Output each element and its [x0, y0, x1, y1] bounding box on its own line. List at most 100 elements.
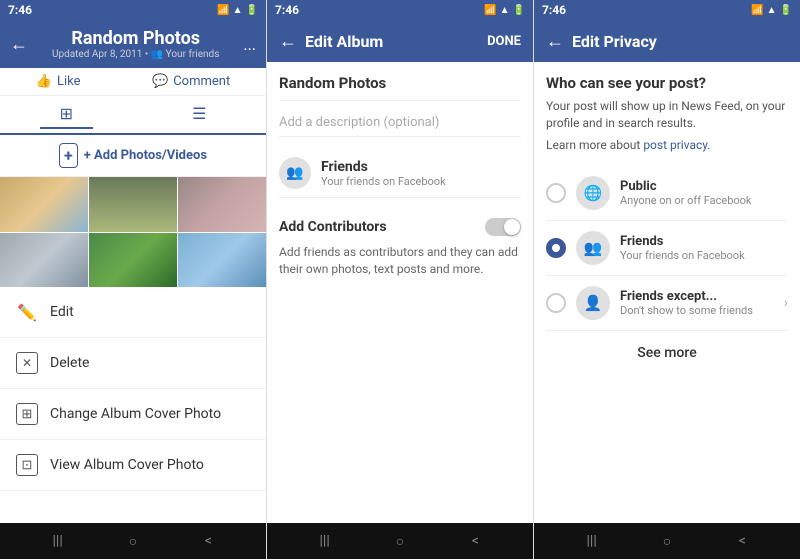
photo-cell-1[interactable]: [0, 177, 88, 232]
radio-public[interactable]: [546, 183, 566, 203]
more-button[interactable]: ...: [243, 35, 256, 54]
tab-grid[interactable]: ⊞: [40, 100, 93, 129]
signal-icon: 📶: [217, 5, 229, 16]
nav-menu-1[interactable]: |||: [46, 533, 70, 549]
add-photos-icon: +: [59, 143, 78, 168]
contributors-description: Add friends as contributors and they can…: [279, 244, 521, 278]
status-time-2: 7:46: [275, 3, 299, 17]
status-bar-2: 7:46 📶 ▲ 🔋: [267, 0, 533, 20]
like-icon: 👍: [36, 74, 52, 89]
see-more-button[interactable]: See more: [546, 331, 788, 375]
friends-except-label: Friends except...: [620, 289, 753, 304]
photo-cell-2[interactable]: [89, 177, 177, 232]
radio-friends[interactable]: [546, 238, 566, 258]
toggle-thumb: [504, 219, 520, 235]
learn-more[interactable]: Learn more about post privacy.: [546, 138, 788, 152]
status-time-3: 7:46: [542, 3, 566, 17]
nav-home-2[interactable]: ○: [388, 533, 412, 550]
menu-view-cover-label: View Album Cover Photo: [50, 457, 204, 473]
edit-album-title: Edit Album: [305, 32, 383, 51]
public-label: Public: [620, 179, 752, 194]
back-button-3[interactable]: ←: [546, 31, 564, 52]
status-time-1: 7:46: [8, 3, 32, 17]
audience-icon: 👥: [279, 157, 311, 189]
panel-random-photos: 7:46 📶 ▲ 🔋 ← Random Photos Updated Apr 8…: [0, 0, 267, 559]
friends-except-icon: 👤: [576, 286, 610, 320]
option-friends[interactable]: 👥 Friends Your friends on Facebook: [546, 221, 788, 276]
privacy-content: Who can see your post? Your post will sh…: [534, 62, 800, 523]
panel-edit-album: 7:46 📶 ▲ 🔋 ← Edit Album DONE Random Phot…: [267, 0, 534, 559]
comment-button[interactable]: 💬 Comment: [152, 74, 230, 89]
album-menu: ✏️ Edit ✕ Delete ⊞ Change Album Cover Ph…: [0, 287, 266, 523]
view-cover-icon: ⊡: [16, 454, 38, 476]
friends-sublabel: Your friends on Facebook: [620, 249, 745, 262]
nav-back-2[interactable]: <: [463, 533, 487, 549]
friends-except-arrow: ›: [784, 295, 788, 311]
contributors-header: Add Contributors: [279, 218, 521, 236]
signal-icon-3: 📶: [751, 5, 763, 16]
photo-cell-5[interactable]: [89, 233, 177, 288]
menu-item-change-cover[interactable]: ⊞ Change Album Cover Photo: [0, 389, 266, 440]
public-text: Public Anyone on or off Facebook: [620, 179, 752, 207]
menu-item-delete[interactable]: ✕ Delete: [0, 338, 266, 389]
menu-item-edit[interactable]: ✏️ Edit: [0, 287, 266, 338]
done-button[interactable]: DONE: [487, 34, 521, 49]
nav-bar-1: ||| ○ <: [0, 523, 266, 559]
friends-text: Friends Your friends on Facebook: [620, 234, 745, 262]
public-sublabel: Anyone on or off Facebook: [620, 194, 752, 207]
view-tabs: ⊞ ☰: [0, 96, 266, 135]
wifi-icon-3: ▲: [767, 5, 777, 16]
friends-except-sublabel: Don't show to some friends: [620, 304, 753, 317]
privacy-description: Your post will show up in News Feed, on …: [546, 98, 788, 132]
post-privacy-link[interactable]: post privacy: [643, 138, 707, 152]
battery-icon-3: 🔋: [780, 5, 792, 16]
radio-friends-except[interactable]: [546, 293, 566, 313]
audience-label: Friends: [321, 159, 446, 175]
photo-cell-3[interactable]: [178, 177, 266, 232]
privacy-question: Who can see your post?: [546, 74, 788, 92]
description-field[interactable]: Add a description (optional): [279, 109, 521, 137]
edit-privacy-title: Edit Privacy: [572, 32, 657, 51]
friends-label: Friends: [620, 234, 745, 249]
tab-list[interactable]: ☰: [172, 100, 226, 129]
contributors-section: Add Contributors Add friends as contribu…: [279, 210, 521, 286]
like-button[interactable]: 👍 Like: [36, 74, 81, 89]
friends-icon: 👥: [576, 231, 610, 265]
nav-home-1[interactable]: ○: [121, 533, 145, 550]
nav-menu-3[interactable]: |||: [580, 533, 604, 549]
audience-text: Friends Your friends on Facebook: [321, 159, 446, 188]
edit-privacy-header: ← Edit Privacy: [534, 20, 800, 62]
photo-cell-4[interactable]: [0, 233, 88, 288]
status-icons-1: 📶 ▲ 🔋: [217, 5, 258, 16]
contributors-toggle[interactable]: [485, 218, 521, 236]
option-friends-except[interactable]: 👤 Friends except... Don't show to some f…: [546, 276, 788, 331]
like-label: Like: [57, 74, 81, 89]
change-cover-icon: ⊞: [16, 403, 38, 425]
wifi-icon: ▲: [233, 5, 243, 16]
battery-icon-2: 🔋: [513, 5, 525, 16]
edit-album-header: ← Edit Album DONE: [267, 20, 533, 62]
album-name-field[interactable]: Random Photos: [279, 74, 521, 101]
back-button-2[interactable]: ←: [279, 31, 297, 52]
album-title: Random Photos: [71, 28, 200, 49]
audience-sublabel: Your friends on Facebook: [321, 175, 446, 188]
nav-home-3[interactable]: ○: [655, 533, 679, 550]
panel-edit-privacy: 7:46 📶 ▲ 🔋 ← Edit Privacy Who can see yo…: [534, 0, 800, 559]
nav-back-1[interactable]: <: [196, 533, 220, 549]
menu-item-view-cover[interactable]: ⊡ View Album Cover Photo: [0, 440, 266, 491]
status-icons-3: 📶 ▲ 🔋: [751, 5, 792, 16]
audience-row[interactable]: 👥 Friends Your friends on Facebook: [279, 149, 521, 198]
photo-cell-6[interactable]: [178, 233, 266, 288]
nav-menu-2[interactable]: |||: [313, 533, 337, 549]
wifi-icon-2: ▲: [500, 5, 510, 16]
friends-except-text: Friends except... Don't show to some fri…: [620, 289, 753, 317]
nav-back-3[interactable]: <: [730, 533, 754, 549]
header-left-2: ← Edit Album: [279, 31, 383, 52]
back-button-1[interactable]: ←: [10, 34, 28, 55]
option-public[interactable]: 🌐 Public Anyone on or off Facebook: [546, 166, 788, 221]
edit-icon: ✏️: [16, 301, 38, 323]
status-bar-1: 7:46 📶 ▲ 🔋: [0, 0, 266, 20]
add-photos-button[interactable]: + + Add Photos/Videos: [0, 135, 266, 177]
status-icons-2: 📶 ▲ 🔋: [484, 5, 525, 16]
menu-delete-label: Delete: [50, 355, 89, 371]
